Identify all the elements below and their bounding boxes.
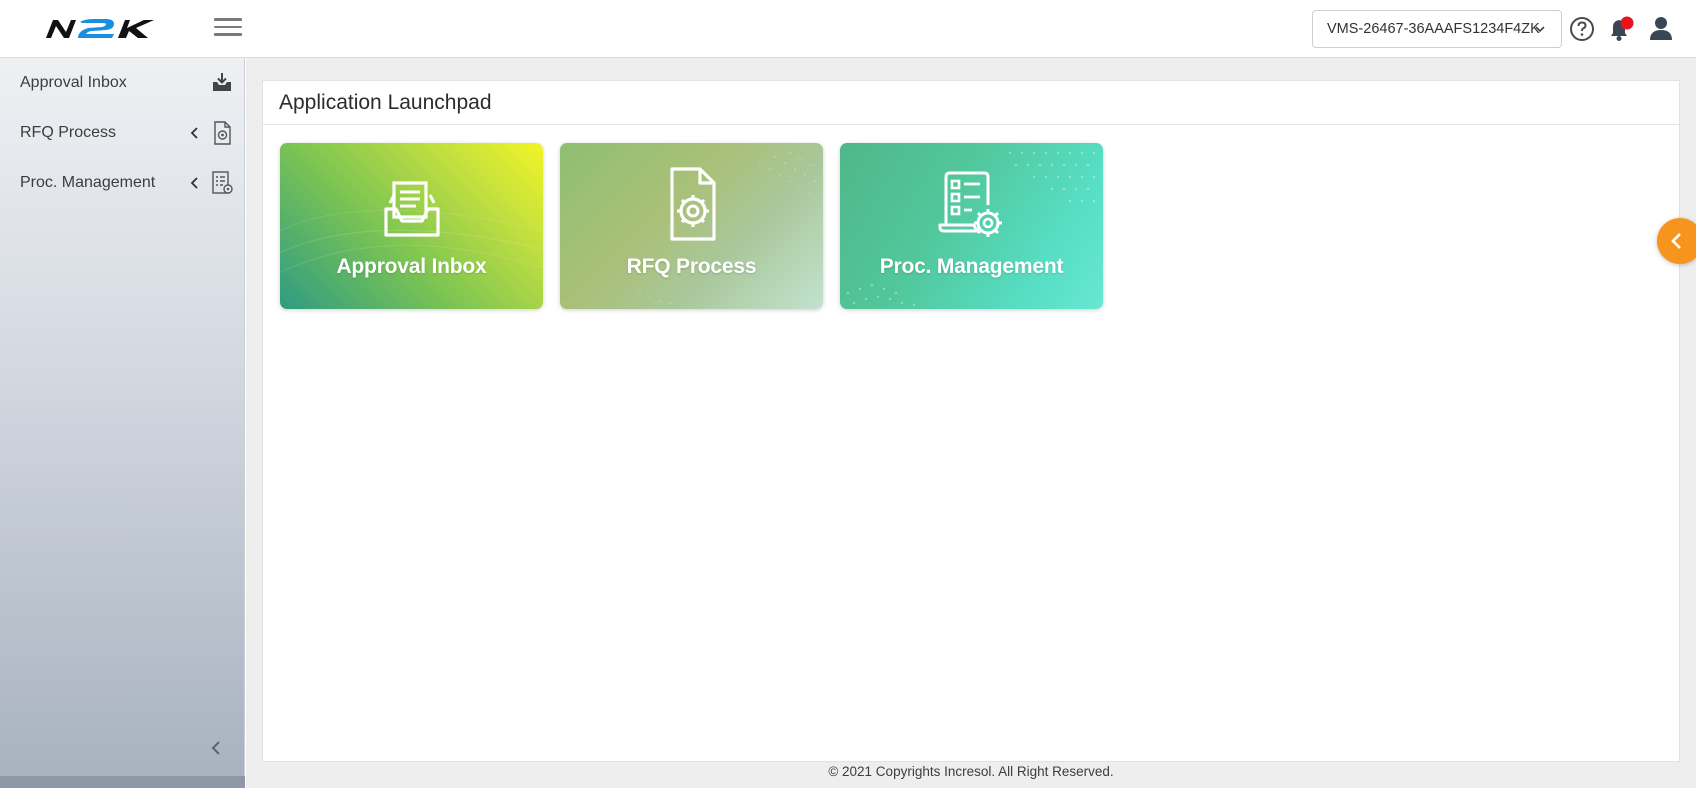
sidebar-item-approval-inbox[interactable]: Approval Inbox: [0, 60, 245, 106]
document-gear-icon: [214, 121, 231, 145]
sidebar-item-proc-management[interactable]: Proc. Management: [0, 160, 245, 206]
tile-label: RFQ Process: [626, 255, 757, 278]
page-title: Application Launchpad: [263, 81, 1679, 125]
environment-select-value: VMS-26467-36AAAFS1234F4ZK: [1327, 21, 1540, 37]
chevron-left-icon: [1671, 233, 1681, 249]
tile-rfq-process[interactable]: RFQ Process: [560, 143, 823, 309]
environment-select[interactable]: VMS-26467-36AAAFS1234F4ZK: [1312, 10, 1562, 48]
sidebar-collapse-button[interactable]: [206, 736, 226, 760]
tile-proc-management[interactable]: Proc. Management: [840, 143, 1103, 309]
chevron-left-icon: [190, 177, 198, 189]
top-bar: VMS-26467-36AAAFS1234F4ZK: [0, 0, 1696, 58]
launchpad-panel: Application Launchpad Approval Inbox RFQ…: [262, 80, 1680, 762]
n2k-logo[interactable]: [44, 14, 168, 44]
user-icon[interactable]: [1646, 14, 1676, 44]
right-panel-toggle-button[interactable]: [1657, 218, 1696, 264]
sidebar-item-label: Approval Inbox: [20, 74, 127, 91]
sidebar-item-label: RFQ Process: [20, 124, 117, 141]
sidebar-footer-strip: [0, 776, 245, 788]
inbox-download-icon: [213, 73, 231, 91]
checklist-gear-icon: [938, 171, 1002, 237]
bell-icon[interactable]: [1605, 14, 1635, 44]
chevron-left-icon: [190, 127, 198, 139]
sidebar-item-rfq-process[interactable]: RFQ Process: [0, 110, 245, 156]
sidebar: Approval Inbox RFQ Process Proc. Managem…: [0, 58, 245, 788]
chevron-left-icon: [211, 741, 220, 755]
footer-copyright: © 2021 Copyrights Incresol. All Right Re…: [828, 764, 1114, 779]
menu-icon[interactable]: [214, 14, 244, 44]
help-icon[interactable]: [1567, 14, 1597, 44]
content-area: Application Launchpad Approval Inbox RFQ…: [246, 58, 1696, 788]
list-gear-icon: [212, 171, 233, 194]
sidebar-item-label: Proc. Management: [20, 174, 156, 191]
notification-badge: [1620, 16, 1634, 30]
document-gear-icon: [670, 167, 716, 241]
tile-approval-inbox[interactable]: Approval Inbox: [280, 143, 543, 309]
tile-label: Proc. Management: [879, 255, 1064, 278]
inbox-tray-icon: [384, 181, 440, 237]
tile-label: Approval Inbox: [336, 255, 487, 278]
chevron-down-icon: [1535, 26, 1545, 33]
